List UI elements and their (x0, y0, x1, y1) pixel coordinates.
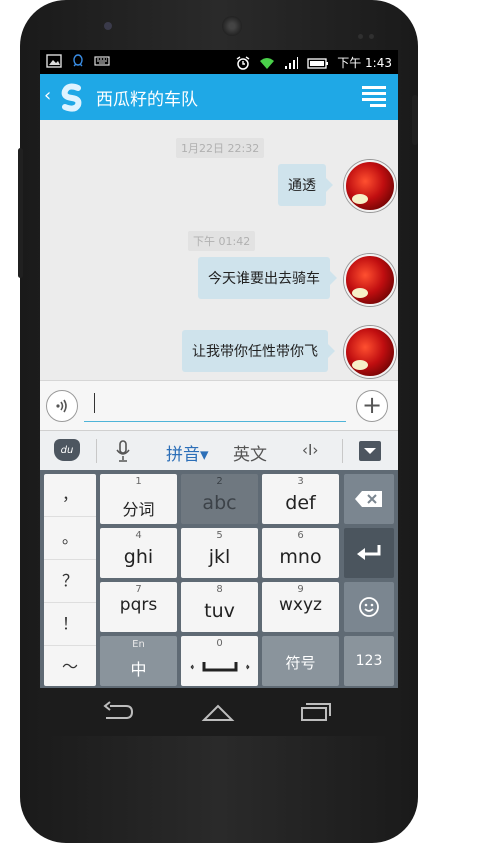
punctuation-column[interactable]: ， 。 ？ ！ ～ (44, 474, 96, 686)
keyboard-hide-icon[interactable] (359, 441, 381, 461)
enter-icon (357, 545, 381, 560)
key-6[interactable]: 6 mno (262, 528, 339, 578)
add-button[interactable]: + (356, 390, 388, 422)
key-2[interactable]: 2 abc (181, 474, 258, 524)
back-nav-icon[interactable] (100, 700, 136, 724)
message-bubble[interactable]: 通透 (278, 164, 333, 206)
timestamp: 1月22日 22:32 (176, 138, 265, 158)
message-bubble[interactable]: 让我带你任性带你飞 (182, 330, 335, 372)
message-input[interactable] (84, 387, 380, 422)
key-9[interactable]: 9 wxyz (262, 582, 339, 632)
navigation-bar (40, 688, 398, 736)
backspace-key[interactable] (344, 474, 394, 524)
smiley-icon (359, 597, 379, 617)
keyboard-toolbar: du 拼音▾ 英文 ‹I› (40, 430, 398, 471)
back-icon[interactable]: ‹ (44, 87, 51, 105)
pinyin-mode-button[interactable]: 拼音▾ (166, 440, 209, 465)
punct-key[interactable]: 。 (44, 517, 96, 560)
page-title: 西瓜籽的车队 (96, 90, 198, 110)
earpiece-speaker (222, 16, 242, 36)
chat-area[interactable]: 1月22日 22:32 通透 下午 01:42 今天谁要出去骑车 让我带你任性带… (40, 120, 398, 380)
alarm-icon (236, 55, 250, 70)
cursor-move-icon[interactable]: ‹I› (302, 441, 318, 459)
punct-key[interactable]: ～ (44, 646, 96, 688)
number-mode-key[interactable]: 123 (344, 636, 394, 686)
signal-icon (285, 56, 299, 69)
avatar[interactable] (344, 326, 396, 378)
symbol-key[interactable]: 符号 (262, 636, 339, 686)
timestamp: 下午 01:42 (188, 231, 256, 251)
keyboard: ， 。 ？ ！ ～ 1 分词 2 abc 3 def 4 ghi 5 jkl 6… (40, 470, 398, 688)
app-logo-icon[interactable] (58, 82, 86, 112)
key-5[interactable]: 5 jkl (181, 528, 258, 578)
space-icon (190, 662, 249, 672)
title-bar: ‹ 西瓜籽的车队 (40, 74, 398, 120)
key-8[interactable]: 8 tuv (181, 582, 258, 632)
mic-icon[interactable] (116, 440, 130, 462)
input-bar: + (40, 380, 398, 431)
menu-icon[interactable] (362, 86, 386, 108)
punct-key[interactable]: ！ (44, 603, 96, 646)
key-1[interactable]: 1 分词 (100, 474, 177, 524)
key-4[interactable]: 4 ghi (100, 528, 177, 578)
avatar[interactable] (344, 254, 396, 306)
english-mode-button[interactable]: 英文 (233, 440, 267, 465)
proximity-sensor (358, 24, 382, 39)
key-3[interactable]: 3 def (262, 474, 339, 524)
voice-input-button[interactable] (46, 390, 78, 422)
power-button (412, 95, 418, 145)
emoji-key[interactable] (344, 582, 394, 632)
avatar[interactable] (344, 160, 396, 212)
punct-key[interactable]: ， (44, 474, 96, 517)
ime-logo-icon[interactable]: du (54, 439, 80, 461)
gallery-icon (46, 54, 62, 68)
battery-icon (307, 57, 329, 69)
front-camera (104, 22, 112, 30)
screen: 下午 1:43 ‹ 西瓜籽的车队 1月22日 22:32 通透 下午 01:42… (40, 50, 398, 736)
space-key[interactable]: 0 (181, 636, 258, 686)
volume-rocker (18, 148, 23, 278)
wifi-icon (260, 57, 275, 69)
key-7[interactable]: 7 pqrs (100, 582, 177, 632)
message-bubble[interactable]: 今天谁要出去骑车 (198, 257, 337, 299)
keyboard-notification-icon (94, 56, 110, 66)
status-time: 下午 1:43 (337, 56, 392, 70)
recents-nav-icon[interactable] (298, 700, 334, 724)
language-switch-key[interactable]: En 中 (100, 636, 177, 686)
qq-icon (73, 54, 83, 67)
text-cursor (94, 393, 95, 413)
enter-key[interactable] (344, 528, 394, 578)
punct-key[interactable]: ？ (44, 560, 96, 603)
voice-icon (56, 399, 67, 413)
status-bar: 下午 1:43 (40, 50, 398, 74)
divider (342, 439, 343, 463)
home-nav-icon[interactable] (200, 700, 236, 724)
backspace-icon (355, 491, 382, 507)
divider (96, 439, 97, 463)
